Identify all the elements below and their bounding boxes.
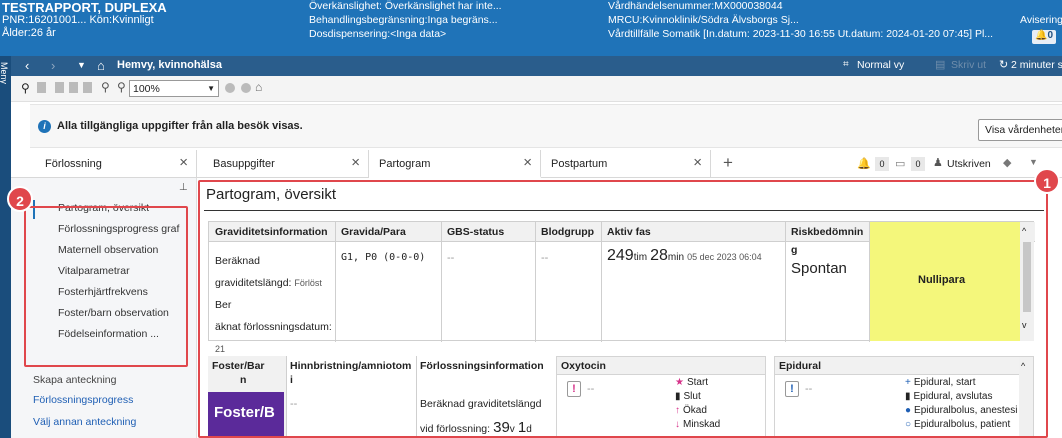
bell-icon[interactable]: 🔔 — [857, 157, 871, 170]
doc3-icon[interactable] — [83, 82, 92, 93]
admission-info: Vårdtillfälle Somatik [In.datum: 2023-11… — [608, 28, 994, 40]
zoom-value: 100% — [133, 83, 160, 95]
create-note-heading: Skapa anteckning — [33, 374, 117, 386]
print-icon: ▤ — [935, 59, 946, 71]
patient-age: Ålder:26 år — [2, 27, 56, 39]
tab-forlossning[interactable]: Förlossning × — [11, 150, 197, 178]
tag-icon[interactable]: ◆ — [1003, 156, 1011, 169]
doc2-icon[interactable] — [69, 82, 78, 93]
tab-label: Partogram — [379, 158, 431, 170]
info-bar: i Alla tillgängliga uppgifter från alla … — [30, 104, 1062, 148]
circle-icon[interactable] — [225, 83, 235, 93]
bell-count: 0 — [875, 157, 889, 171]
close-icon[interactable]: × — [523, 154, 532, 171]
copy-icon[interactable] — [37, 82, 46, 93]
tab-basuppgifter[interactable]: Basuppgifter × — [203, 150, 369, 178]
menu-strip[interactable]: Meny — [0, 56, 11, 438]
patient-pnr: PNR:16201001... Kön:Kvinnligt — [2, 14, 154, 26]
dose-dispensing-info[interactable]: Dosdispensering:<Inga data> — [309, 28, 446, 40]
avisering-label[interactable]: Avisering — [1020, 14, 1062, 26]
normal-view-button[interactable]: Normal vy — [857, 59, 904, 71]
chevron-down-icon: ▼ — [207, 84, 215, 93]
allergy-info[interactable]: Överkänslighet: Överkänslighet har inte.… — [309, 0, 502, 12]
circle2-icon[interactable] — [241, 83, 251, 93]
refresh-icon[interactable]: ↻ — [999, 58, 1008, 71]
avisering-count: 0 — [1047, 30, 1053, 41]
avisering-badge[interactable]: 🔔 0 — [1032, 30, 1056, 44]
inbox-icon[interactable]: ▭ — [895, 157, 905, 170]
show-care-units-button[interactable]: Visa vårdenheter — [978, 119, 1062, 141]
binoculars-icon[interactable]: ⚲ — [21, 81, 30, 95]
care-event-number: Vårdhändelsenummer:MX000038044 — [608, 0, 783, 12]
annotation-badge-1: 1 — [1034, 168, 1060, 194]
patient-header: TESTRAPPORT, DUPLEXA PNR:16201001... Kön… — [0, 0, 1062, 56]
refresh-interval: 2 minuter se — [1011, 59, 1062, 71]
doc-icon[interactable] — [55, 82, 64, 93]
person-icon: ♟ — [933, 157, 943, 169]
discharge-status[interactable]: Utskriven — [947, 158, 991, 170]
close-icon[interactable]: × — [351, 154, 360, 171]
pin-icon[interactable]: ⊥ — [179, 182, 188, 193]
annotation-box-sidebar — [24, 206, 188, 367]
tab-label: Basuppgifter — [213, 158, 275, 170]
inbox-count: 0 — [911, 157, 925, 171]
note-link-progress[interactable]: Förlossningsprogress — [33, 394, 133, 406]
tab-partogram[interactable]: Partogram × — [369, 150, 541, 178]
patient-name[interactable]: TESTRAPPORT, DUPLEXA — [2, 0, 167, 15]
care-unit: MRCU:Kvinnoklinik/Södra Älvsborgs Sj... — [608, 14, 799, 26]
tab-label: Förlossning — [45, 158, 102, 170]
info-message: Alla tillgängliga uppgifter från alla be… — [57, 120, 303, 132]
close-icon[interactable]: × — [179, 154, 188, 171]
toolbar: ⚲ ⚲ ⚲ 100% ▼ ⌂ — [11, 76, 1062, 102]
tab-postpartum[interactable]: Postpartum × — [541, 150, 711, 178]
house-icon[interactable]: ⌂ — [255, 80, 262, 94]
add-tab-icon[interactable]: + — [723, 153, 733, 173]
annotation-badge-2: 2 — [7, 186, 33, 212]
home-icon[interactable]: ⌂ — [97, 58, 105, 73]
chevron-down-icon[interactable]: ▼ — [1029, 157, 1038, 167]
normal-view-icon: ⌗ — [843, 59, 849, 70]
chevron-down-icon[interactable]: ▼ — [77, 60, 86, 70]
print-button[interactable]: Skriv ut — [951, 59, 986, 71]
menu-label: Meny — [0, 62, 9, 85]
note-link-choose[interactable]: Välj annan anteckning — [33, 416, 136, 428]
navigation-bar: ‹ › ▼ ⌂ Hemvy, kvinnohälsa ⌗ Normal vy ▤… — [11, 56, 1062, 76]
annotation-box-main — [198, 180, 1048, 438]
home-view-link[interactable]: Hemvy, kvinnohälsa — [117, 59, 222, 71]
zoom-in-icon[interactable]: ⚲ — [117, 80, 126, 94]
info-icon: i — [38, 120, 51, 133]
zoom-select[interactable]: 100% ▼ — [129, 80, 219, 97]
forward-icon[interactable]: › — [51, 58, 55, 73]
tab-label: Postpartum — [551, 158, 608, 170]
close-icon[interactable]: × — [693, 154, 702, 171]
tab-bar: Förlossning × Basuppgifter × Partogram ×… — [11, 150, 1062, 178]
bell-icon: 🔔 — [1035, 30, 1048, 41]
back-icon[interactable]: ‹ — [25, 58, 29, 73]
treatment-limit-info[interactable]: Behandlingsbegränsning:Inga begräns... — [309, 14, 498, 26]
zoom-out-icon[interactable]: ⚲ — [101, 80, 110, 94]
